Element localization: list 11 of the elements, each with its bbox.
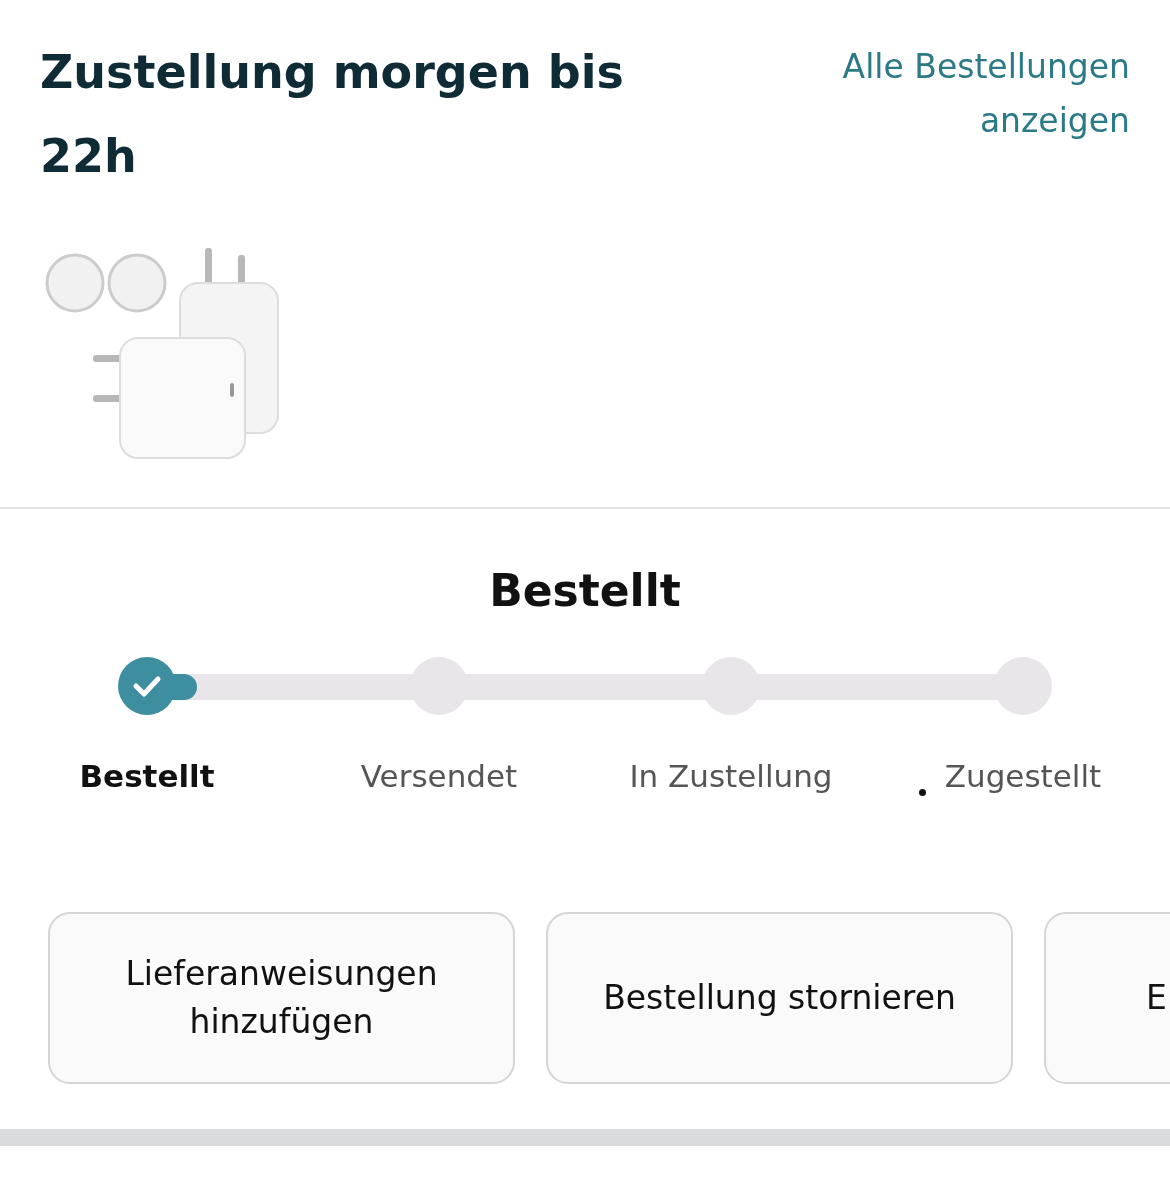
step-label: Zugestellt xyxy=(944,757,1102,796)
delivery-title: Zustellung morgen bis 22h xyxy=(40,44,625,185)
step-label: Versendet xyxy=(360,757,518,796)
all-orders-link[interactable]: Alle Bestellungen anzeigen xyxy=(689,40,1130,148)
action-button[interactable]: Bestellung stornieren xyxy=(546,911,1013,1084)
status-title: Bestellt xyxy=(488,564,682,618)
action-button[interactable]: Lieferanweisungen hinzufügen xyxy=(48,911,515,1084)
action-button[interactable]: E xyxy=(1044,911,1170,1084)
step-label: In Zustellung xyxy=(629,757,833,796)
step-label: Bestellt xyxy=(79,757,215,796)
dot-mark xyxy=(919,789,926,796)
